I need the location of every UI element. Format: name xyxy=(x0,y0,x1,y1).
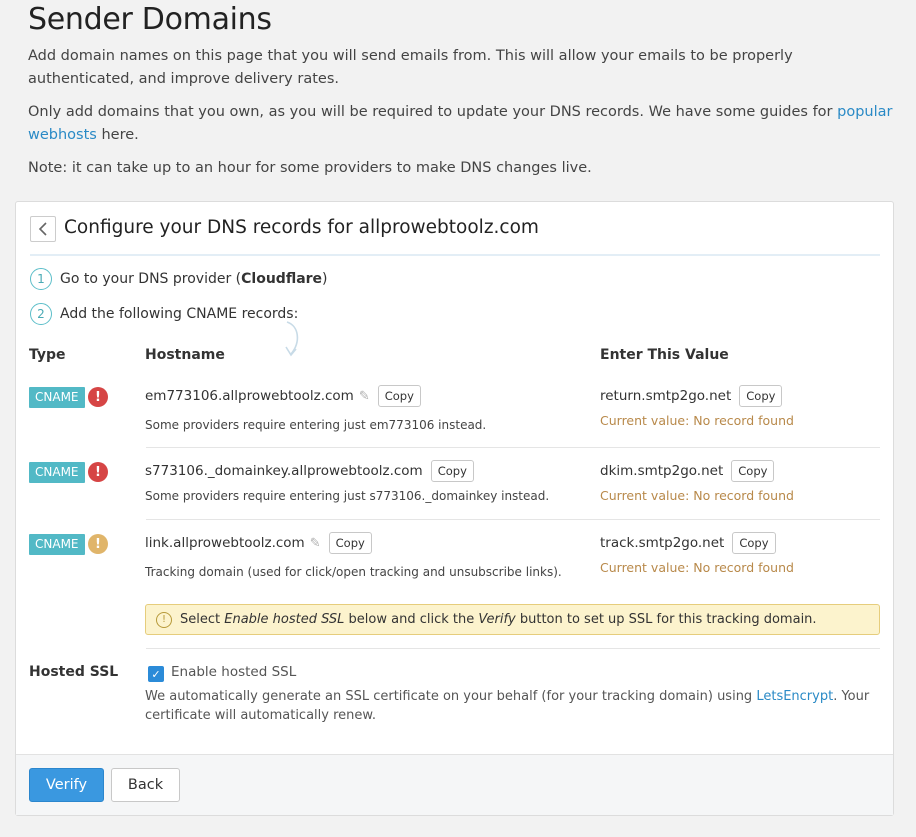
step-2-number: 2 xyxy=(30,303,52,325)
copy-hostname-button[interactable]: Copy xyxy=(430,460,474,482)
pencil-icon[interactable]: ✎ xyxy=(310,536,321,551)
value-cell: dkim.smtp2go.net Copy xyxy=(600,460,775,482)
intro-paragraph: Add domain names on this page that you w… xyxy=(28,48,793,87)
value-text: return.smtp2go.net xyxy=(600,388,732,404)
value-cell: return.smtp2go.net Copy xyxy=(600,385,783,407)
ssl-setup-notice: ! Select Enable hosted SSL below and cli… xyxy=(145,604,880,635)
hostname-cell: link.allprowebtoolz.com ✎ Copy xyxy=(145,532,372,554)
enable-hosted-ssl-checkbox[interactable]: ✓ xyxy=(148,666,164,682)
error-status-icon: ! xyxy=(88,462,108,482)
step-1: 1 Go to your DNS provider (Cloudflare) xyxy=(30,268,328,290)
warning-status-icon: ! xyxy=(88,534,108,554)
step-2: 2 Add the following CNAME records: xyxy=(30,303,298,325)
hostname-text: s773106._domainkey.allprowebtoolz.com xyxy=(145,463,423,479)
current-value: Current value: No record found xyxy=(600,560,794,575)
row-divider xyxy=(146,447,880,448)
current-value: Current value: No record found xyxy=(600,413,794,428)
hosted-ssl-label: Hosted SSL xyxy=(29,664,119,680)
enable-hosted-ssl-label[interactable]: Enable hosted SSL xyxy=(171,664,296,680)
card-footer: Verify Back xyxy=(16,754,893,815)
copy-hostname-button[interactable]: Copy xyxy=(377,385,421,407)
curved-arrow-icon xyxy=(285,321,299,357)
copy-hostname-button[interactable]: Copy xyxy=(328,532,372,554)
row-divider xyxy=(146,648,880,649)
back-button[interactable]: Back xyxy=(111,768,180,802)
row-divider xyxy=(146,519,880,520)
pencil-icon[interactable]: ✎ xyxy=(359,389,370,404)
step-2-text: Add the following CNAME records: xyxy=(60,306,299,322)
step-1-text: Go to your DNS provider (Cloudflare) xyxy=(60,271,328,287)
hostname-text: link.allprowebtoolz.com xyxy=(145,535,305,551)
dns-provider-name: Cloudflare xyxy=(241,271,323,287)
hostname-cell: s773106._domainkey.allprowebtoolz.com Co… xyxy=(145,460,474,482)
copy-value-button[interactable]: Copy xyxy=(739,385,783,407)
current-value: Current value: No record found xyxy=(600,488,794,503)
dns-propagation-note: Note: it can take up to an hour for some… xyxy=(28,160,592,176)
ssl-notice-text: Select Enable hosted SSL below and click… xyxy=(180,612,817,627)
hostname-hint: Some providers require entering just s77… xyxy=(145,489,550,503)
hostname-hint: Tracking domain (used for click/open tra… xyxy=(145,565,562,579)
intro-dns-paragraph: Only add domains that you own, as you wi… xyxy=(28,101,898,147)
record-type-badge: CNAME xyxy=(29,387,85,408)
card-title: Configure your DNS records for allproweb… xyxy=(64,217,539,238)
copy-value-button[interactable]: Copy xyxy=(731,460,775,482)
info-icon: ! xyxy=(156,611,172,628)
column-hostname: Hostname xyxy=(145,347,225,363)
page-title: Sender Domains xyxy=(28,2,272,37)
verify-button[interactable]: Verify xyxy=(29,768,104,802)
value-text: track.smtp2go.net xyxy=(600,535,725,551)
chevron-left-icon xyxy=(38,222,47,236)
error-status-icon: ! xyxy=(88,387,108,407)
hostname-cell: em773106.allprowebtoolz.com ✎ Copy xyxy=(145,385,421,407)
hostname-hint: Some providers require entering just em7… xyxy=(145,418,487,432)
value-text: dkim.smtp2go.net xyxy=(600,463,724,479)
step-1-number: 1 xyxy=(30,268,52,290)
back-arrow-button[interactable] xyxy=(30,216,56,242)
record-type-badge: CNAME xyxy=(29,462,85,483)
copy-value-button[interactable]: Copy xyxy=(732,532,776,554)
hostname-text: em773106.allprowebtoolz.com xyxy=(145,388,354,404)
card-header: Configure your DNS records for allproweb… xyxy=(30,214,880,256)
column-value: Enter This Value xyxy=(600,347,729,363)
column-type: Type xyxy=(29,347,66,363)
check-icon: ✓ xyxy=(151,667,161,681)
dns-config-card: Configure your DNS records for allproweb… xyxy=(15,201,894,816)
intro-dns-text: Only add domains that you own, as you wi… xyxy=(28,104,838,120)
hosted-ssl-description: We automatically generate an SSL certifi… xyxy=(145,689,870,723)
letsencrypt-link[interactable]: LetsEncrypt xyxy=(756,689,833,704)
value-cell: track.smtp2go.net Copy xyxy=(600,532,776,554)
record-type-badge: CNAME xyxy=(29,534,85,555)
intro-dns-text-end: here. xyxy=(96,127,139,143)
